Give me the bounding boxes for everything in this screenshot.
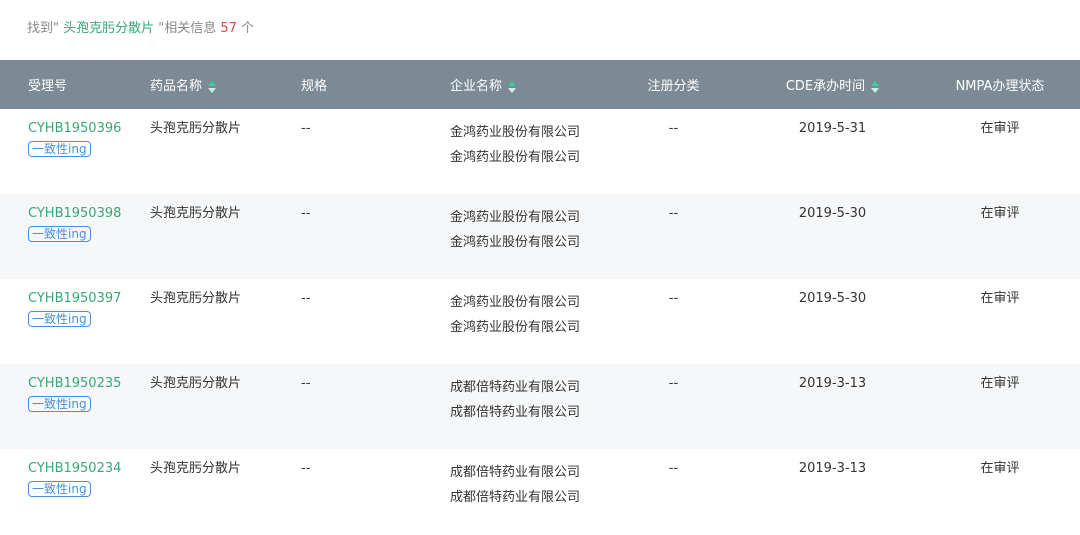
cde-time-cell: 2019-5-31 xyxy=(745,109,920,194)
table-row: CYHB1950397 一致性ing 头孢克肟分散片 -- 金鸿药业股份有限公司 金鸿药… xyxy=(0,279,1080,364)
summary-middle: "相关信息 xyxy=(154,21,221,36)
nmpa-status-value: 在审评 xyxy=(980,461,1020,476)
company-name: 金鸿药业股份有限公司 金鸿药业股份有限公司 xyxy=(450,210,581,250)
col-header-drug-name[interactable]: 药品名称 xyxy=(150,60,301,109)
nmpa-status-cell: 在审评 xyxy=(920,364,1080,449)
accept-no-link[interactable]: CYHB1950398 xyxy=(28,205,150,222)
company-name: 金鸿药业股份有限公司 金鸿药业股份有限公司 xyxy=(450,125,581,165)
company-name: 成都倍特药业有限公司 成都倍特药业有限公司 xyxy=(450,380,581,420)
cde-time-cell: 2019-5-30 xyxy=(745,194,920,279)
nmpa-status-cell: 在审评 xyxy=(920,449,1080,534)
drug-name-cell: 头孢克肟分散片 xyxy=(150,279,301,364)
reg-class-cell: -- xyxy=(602,364,745,449)
cde-time-value: 2019-3-13 xyxy=(798,376,867,391)
sort-icon[interactable] xyxy=(871,80,880,93)
nmpa-status-value: 在审评 xyxy=(980,376,1020,391)
consistency-badge[interactable]: 一致性ing xyxy=(28,396,91,412)
company-name: 成都倍特药业有限公司 成都倍特药业有限公司 xyxy=(450,465,581,505)
result-summary: 找到" 头孢克肟分散片 "相关信息 57 个 xyxy=(0,0,1080,60)
table-row: CYHB1950398 一致性ing 头孢克肟分散片 -- 金鸿药业股份有限公司 金鸿药… xyxy=(0,194,1080,279)
accept-no-link[interactable]: CYHB1950397 xyxy=(28,290,150,307)
summary-prefix: 找到" xyxy=(27,21,64,36)
nmpa-status-value: 在审评 xyxy=(980,121,1020,136)
accept-no-cell: CYHB1950235 一致性ing xyxy=(0,364,150,449)
spec-value: -- xyxy=(301,291,311,306)
consistency-badge[interactable]: 一致性ing xyxy=(28,226,91,242)
accept-no-link[interactable]: CYHB1950235 xyxy=(28,375,150,392)
reg-class-cell: -- xyxy=(602,194,745,279)
drug-name-cell: 头孢克肟分散片 xyxy=(150,449,301,534)
drug-name-cell: 头孢克肟分散片 xyxy=(150,109,301,194)
sort-icon[interactable] xyxy=(208,80,217,93)
accept-no-cell: CYHB1950396 一致性ing xyxy=(0,109,150,194)
accept-no-cell: CYHB1950398 一致性ing xyxy=(0,194,150,279)
company-cell: 金鸿药业股份有限公司 金鸿药业股份有限公司 xyxy=(450,279,602,364)
accept-no-link[interactable]: CYHB1950396 xyxy=(28,120,150,137)
summary-suffix: 个 xyxy=(236,21,255,36)
nmpa-status-value: 在审评 xyxy=(980,291,1020,306)
col-header-company[interactable]: 企业名称 xyxy=(450,60,602,109)
drug-name: 头孢克肟分散片 xyxy=(150,291,242,306)
reg-class-cell: -- xyxy=(602,449,745,534)
accept-no-cell: CYHB1950234 一致性ing xyxy=(0,449,150,534)
company-cell: 成都倍特药业有限公司 成都倍特药业有限公司 xyxy=(450,364,602,449)
results-table: 受理号 药品名称 规格 企业名称 注册分类 CDE承办时间 NMPA办理状态 C… xyxy=(0,60,1080,534)
spec-value: -- xyxy=(301,206,311,221)
consistency-badge[interactable]: 一致性ing xyxy=(28,311,91,327)
accept-no-cell: CYHB1950397 一致性ing xyxy=(0,279,150,364)
company-name: 金鸿药业股份有限公司 金鸿药业股份有限公司 xyxy=(450,295,581,335)
col-header-spec: 规格 xyxy=(301,79,328,94)
reg-class-value: -- xyxy=(668,376,679,391)
reg-class-value: -- xyxy=(668,291,679,306)
col-header-accept-no: 受理号 xyxy=(28,79,68,94)
consistency-badge[interactable]: 一致性ing xyxy=(28,141,91,157)
accept-no-link[interactable]: CYHB1950234 xyxy=(28,460,150,477)
table-row: CYHB1950235 一致性ing 头孢克肟分散片 -- 成都倍特药业有限公司 成都倍… xyxy=(0,364,1080,449)
spec-cell: -- xyxy=(301,364,450,449)
company-cell: 金鸿药业股份有限公司 金鸿药业股份有限公司 xyxy=(450,194,602,279)
spec-value: -- xyxy=(301,376,311,391)
drug-name-cell: 头孢克肟分散片 xyxy=(150,194,301,279)
nmpa-status-cell: 在审评 xyxy=(920,109,1080,194)
spec-value: -- xyxy=(301,121,311,136)
spec-cell: -- xyxy=(301,279,450,364)
drug-name: 头孢克肟分散片 xyxy=(150,376,242,391)
table-row: CYHB1950396 一致性ing 头孢克肟分散片 -- 金鸿药业股份有限公司 金鸿药… xyxy=(0,109,1080,194)
table-header-row: 受理号 药品名称 规格 企业名称 注册分类 CDE承办时间 NMPA办理状态 xyxy=(0,60,1080,109)
sort-icon[interactable] xyxy=(508,80,517,93)
col-header-nmpa-status: NMPA办理状态 xyxy=(955,79,1045,94)
spec-cell: -- xyxy=(301,194,450,279)
cde-time-cell: 2019-5-30 xyxy=(745,279,920,364)
reg-class-value: -- xyxy=(668,206,679,221)
cde-time-value: 2019-5-30 xyxy=(798,291,867,306)
cde-time-cell: 2019-3-13 xyxy=(745,449,920,534)
company-cell: 金鸿药业股份有限公司 金鸿药业股份有限公司 xyxy=(450,109,602,194)
cde-time-value: 2019-5-30 xyxy=(798,206,867,221)
drug-name: 头孢克肟分散片 xyxy=(150,121,242,136)
nmpa-status-value: 在审评 xyxy=(980,206,1020,221)
reg-class-value: -- xyxy=(668,461,679,476)
drug-name: 头孢克肟分散片 xyxy=(150,206,242,221)
spec-cell: -- xyxy=(301,109,450,194)
result-count: 57 xyxy=(220,21,237,36)
drug-name: 头孢克肟分散片 xyxy=(150,461,242,476)
table-row: CYHB1950234 一致性ing 头孢克肟分散片 -- 成都倍特药业有限公司 成都倍… xyxy=(0,449,1080,534)
reg-class-cell: -- xyxy=(602,279,745,364)
col-header-reg-class: 注册分类 xyxy=(647,79,700,94)
nmpa-status-cell: 在审评 xyxy=(920,194,1080,279)
reg-class-value: -- xyxy=(668,121,679,136)
cde-time-value: 2019-5-31 xyxy=(798,121,867,136)
nmpa-status-cell: 在审评 xyxy=(920,279,1080,364)
reg-class-cell: -- xyxy=(602,109,745,194)
cde-time-cell: 2019-3-13 xyxy=(745,364,920,449)
consistency-badge[interactable]: 一致性ing xyxy=(28,481,91,497)
summary-keyword: 头孢克肟分散片 xyxy=(63,21,155,36)
cde-time-value: 2019-3-13 xyxy=(798,461,867,476)
search-results-page: 找到" 头孢克肟分散片 "相关信息 57 个 受理号 药品名称 规格 企业名称 … xyxy=(0,0,1080,535)
company-cell: 成都倍特药业有限公司 成都倍特药业有限公司 xyxy=(450,449,602,534)
spec-cell: -- xyxy=(301,449,450,534)
drug-name-cell: 头孢克肟分散片 xyxy=(150,364,301,449)
spec-value: -- xyxy=(301,461,311,476)
col-header-cde-time[interactable]: CDE承办时间 xyxy=(745,60,920,109)
